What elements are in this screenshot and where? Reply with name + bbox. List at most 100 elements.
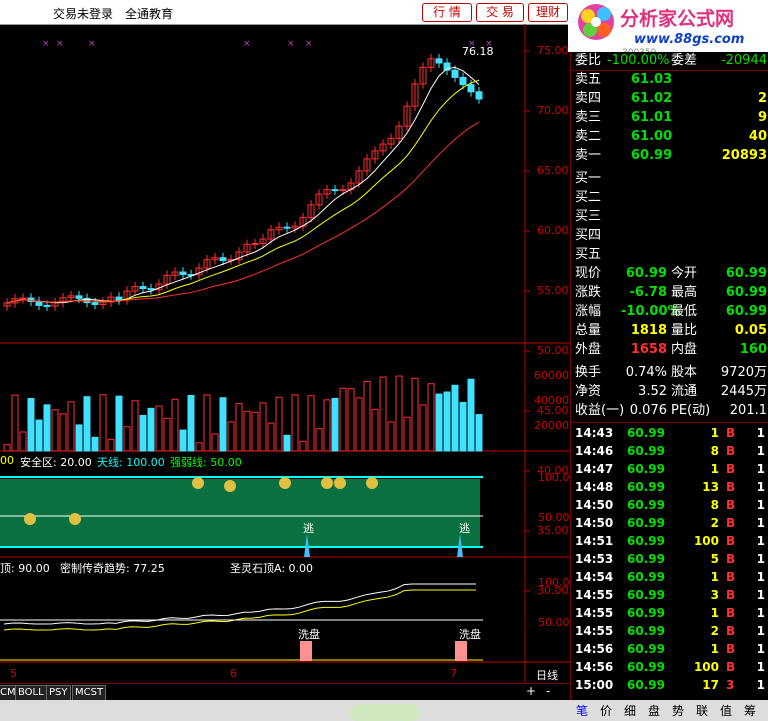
volume-bar	[379, 376, 387, 452]
fin-value-2: 9720万	[720, 365, 767, 380]
quotes-button[interactable]: 行 情	[422, 3, 472, 22]
zoom-out-button[interactable]: -	[546, 684, 550, 698]
stat-label-2: 量比	[671, 323, 698, 338]
tab-boll[interactable]: BOLL	[15, 685, 47, 701]
stat-label: 涨跌	[575, 285, 602, 300]
login-status[interactable]: 交易未登录	[53, 5, 113, 22]
stat-value: -6.78	[629, 285, 667, 300]
moving-average-line	[6, 121, 480, 304]
tick-volume: 1	[710, 426, 719, 440]
kline-chart[interactable]: × × × × × × × ×	[0, 24, 570, 683]
tick-price: 60.99	[627, 570, 665, 584]
volume-bar	[75, 424, 83, 452]
ask-row[interactable]: 卖一 60.99 20893	[571, 147, 768, 165]
volume-bar	[203, 394, 211, 452]
trade-button[interactable]: 交 易	[476, 3, 524, 22]
x-mark-icon: ×	[56, 39, 64, 49]
volume-bar	[259, 402, 267, 452]
zoom-in-button[interactable]: +	[526, 684, 536, 698]
stat-value-2: 0.05	[734, 323, 767, 338]
candle-body	[251, 243, 259, 246]
indicator2-top: 顶: 90.00	[0, 562, 50, 575]
bid-row[interactable]: 买一	[571, 170, 768, 188]
tick-side: B	[726, 498, 736, 512]
tick-time: 14:55	[575, 606, 614, 620]
period-label[interactable]: 日线	[536, 667, 558, 683]
tick-row: 14:50 60.99 2 B 1	[571, 514, 768, 532]
tick-time: 14:47	[575, 462, 614, 476]
tick-side: B	[726, 516, 736, 530]
price-axis-label: 60.00	[537, 224, 569, 237]
tick-row: 14:55 60.99 1 B 1	[571, 604, 768, 622]
stat-value: 1658	[630, 342, 667, 357]
tick-time: 14:55	[575, 588, 614, 602]
tick-row: 14:43 60.99 1 B 1	[571, 424, 768, 442]
diff-value: -20944	[720, 53, 767, 68]
candle-body	[147, 288, 155, 291]
ask-row[interactable]: 卖四 61.02 2	[571, 90, 768, 108]
indicator1-band	[0, 479, 480, 547]
quote-tab[interactable]: 势	[672, 702, 684, 719]
bid-label: 买二	[575, 190, 602, 205]
tab-mcst[interactable]: MCST	[72, 685, 107, 701]
bid-row[interactable]: 买三	[571, 208, 768, 226]
ask-row[interactable]: 卖五 61.03	[571, 71, 768, 89]
tick-row: 14:48 60.99 13 B 1	[571, 478, 768, 496]
candle-body	[219, 257, 227, 261]
volume-bar	[35, 419, 43, 452]
x-axis-label-6: 6	[230, 667, 237, 680]
tick-time: 15:00	[575, 678, 614, 692]
tick-price: 60.99	[627, 678, 665, 692]
volume-bar	[83, 396, 91, 452]
volume-bar	[91, 436, 99, 452]
volume-bar	[195, 442, 203, 452]
tick-row: 14:55 60.99 2 B 1	[571, 622, 768, 640]
tick-side: B	[726, 570, 736, 584]
stock-name-link[interactable]: 全通教育	[125, 5, 173, 22]
bid-row[interactable]: 买五	[571, 246, 768, 264]
fin-value: 3.52	[638, 384, 667, 399]
stat-row: 涨幅 -10.00% 最低 60.99	[571, 303, 768, 321]
tick-side: B	[726, 462, 736, 476]
price-axis-label: 70.00	[537, 104, 569, 117]
quote-tab[interactable]: 盘	[648, 702, 660, 719]
volume-bar	[123, 426, 131, 452]
volume-bar	[467, 378, 475, 452]
bid-row[interactable]: 买二	[571, 189, 768, 207]
quote-tab[interactable]: 细	[624, 702, 636, 719]
volume-bar	[139, 414, 147, 452]
tick-count: 1	[756, 570, 765, 584]
indicator2-axis-100: 100.0	[538, 576, 570, 589]
kline-chart-area[interactable]: × × × × × × × × 75.00 70.00 65.00 60.00 55.00 50.00 4…	[0, 24, 570, 683]
stat-label-2: 最低	[671, 304, 698, 319]
volume-bar	[51, 409, 59, 452]
tick-time: 14:50	[575, 516, 614, 530]
candle-body	[35, 300, 43, 306]
order-ratio-row: 委比 -100.00% 委差 -20944	[571, 52, 768, 71]
stat-value: 60.99	[625, 266, 667, 281]
quote-tab[interactable]: 值	[720, 702, 732, 719]
candle-body	[19, 297, 27, 300]
volume-bar	[443, 391, 451, 452]
tick-count: 1	[756, 444, 765, 458]
tick-time: 14:46	[575, 444, 614, 458]
ask-label: 卖三	[575, 110, 602, 125]
ask-row[interactable]: 卖三 61.01 9	[571, 109, 768, 127]
tick-count: 1	[756, 660, 765, 674]
ask-row[interactable]: 卖二 61.00 40	[571, 128, 768, 146]
tab-psy[interactable]: PSY	[46, 685, 71, 701]
volume-bar	[11, 394, 19, 452]
bid-row[interactable]: 买四	[571, 227, 768, 245]
finance-button[interactable]: 理财	[528, 3, 568, 22]
candle-body	[139, 286, 147, 290]
quote-tab[interactable]: 筹	[744, 702, 756, 719]
quote-tab[interactable]: 联	[696, 702, 708, 719]
quote-tab[interactable]: 笔	[576, 702, 588, 719]
tick-count: 1	[756, 624, 765, 638]
volume-bar	[3, 444, 11, 452]
quote-tab[interactable]: 价	[600, 702, 612, 719]
stat-label: 涨幅	[575, 304, 602, 319]
tick-row: 14:47 60.99 1 B 1	[571, 460, 768, 478]
volume-bar	[435, 393, 443, 452]
indicator2-axis-50: 50.00	[538, 616, 570, 629]
